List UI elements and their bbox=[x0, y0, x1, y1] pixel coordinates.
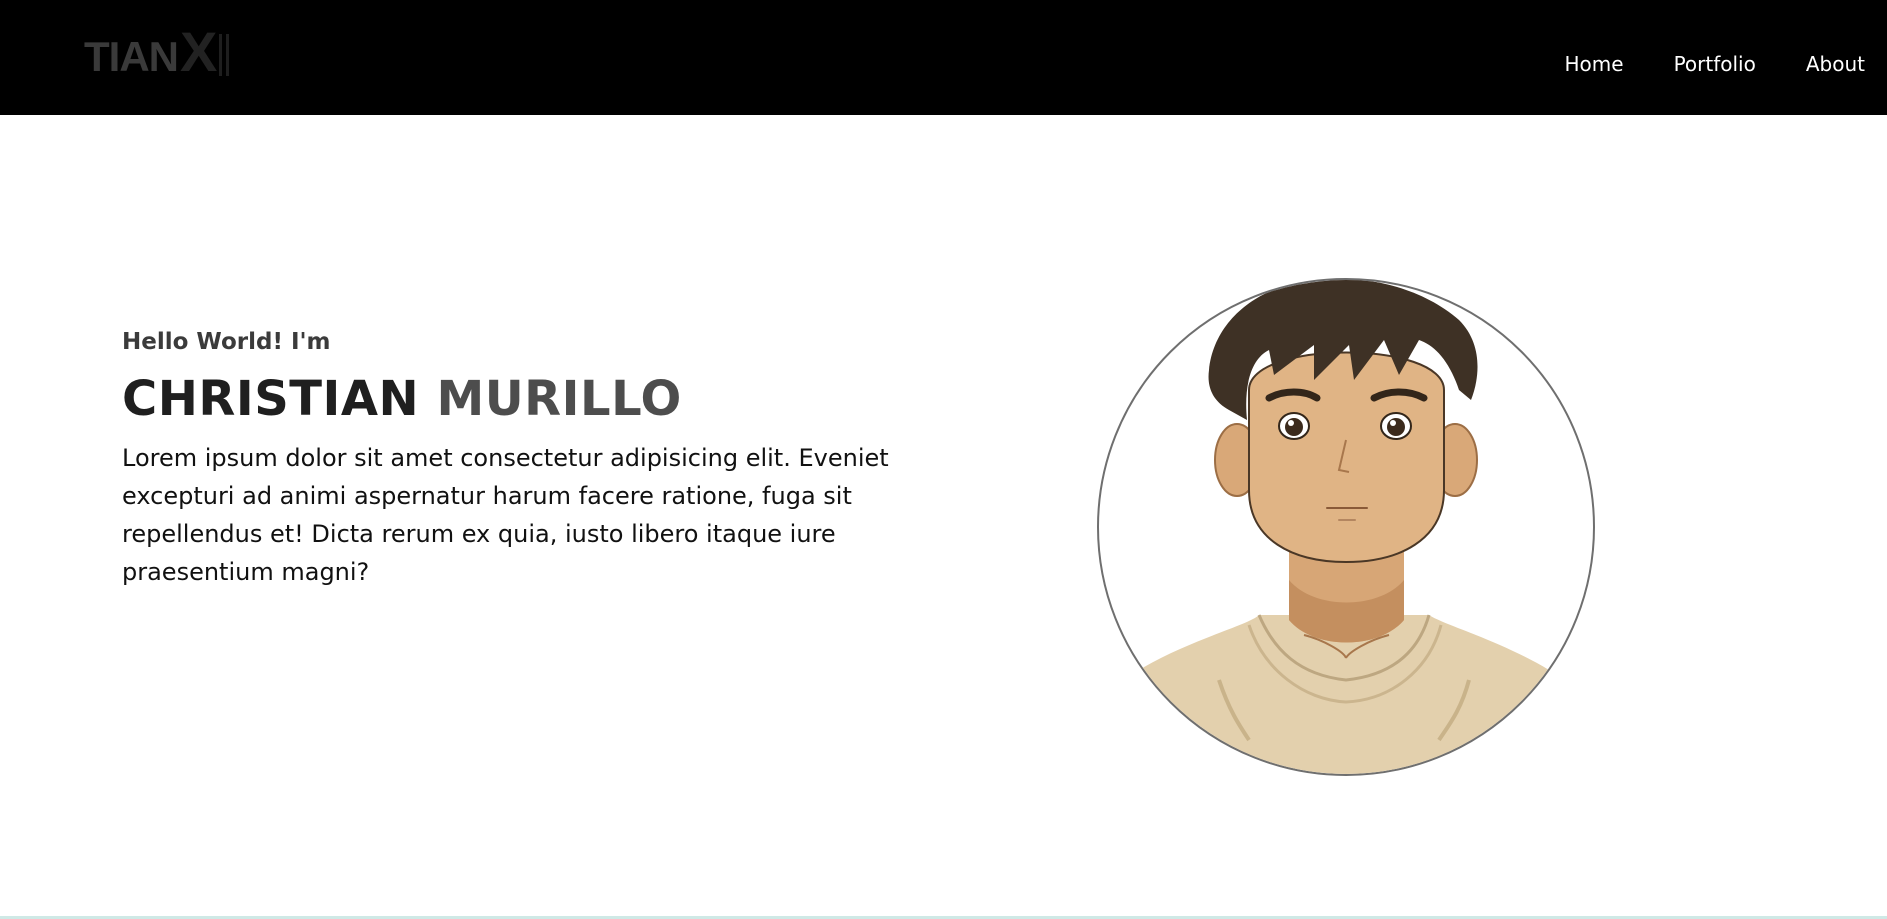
logo-mark: X bbox=[180, 20, 218, 83]
hero-last-name: MURILLO bbox=[436, 370, 682, 427]
navbar: TIAN X Home Portfolio About bbox=[0, 0, 1887, 115]
hero-first-name: CHRISTIAN bbox=[122, 370, 420, 427]
nav-link-portfolio[interactable]: Portfolio bbox=[1674, 52, 1756, 76]
site-logo[interactable]: TIAN X bbox=[84, 20, 230, 83]
logo-bars-icon bbox=[219, 34, 230, 76]
logo-text: TIAN bbox=[84, 33, 179, 80]
hero-name: CHRISTIAN MURILLO bbox=[122, 370, 942, 427]
hero-greeting: Hello World! I'm bbox=[122, 329, 331, 355]
avatar-illustration-icon bbox=[1119, 280, 1569, 774]
main-nav: Home Portfolio About bbox=[1515, 52, 1865, 76]
nav-link-home[interactable]: Home bbox=[1565, 52, 1624, 76]
hero-intro: Hello World! I'm CHRISTIAN MURILLO Lorem… bbox=[122, 328, 942, 591]
profile-portrait bbox=[1097, 278, 1595, 776]
hero-bio: Lorem ipsum dolor sit amet consectetur a… bbox=[122, 444, 889, 587]
nav-link-about[interactable]: About bbox=[1806, 52, 1865, 76]
